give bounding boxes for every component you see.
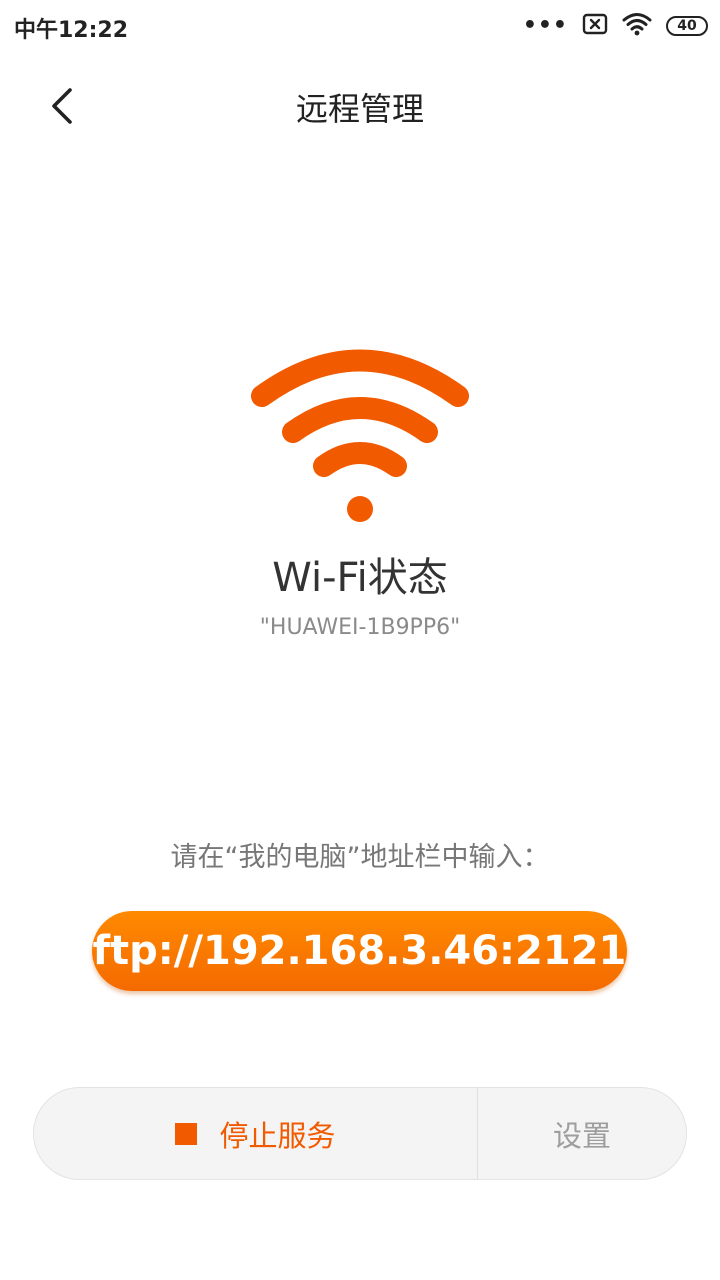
sim-blocked-icon [582,13,608,39]
battery-icon: 40 [666,16,708,36]
page-title: 远程管理 [295,90,424,128]
wifi-signal-icon [622,12,652,40]
wifi-status-title: Wi-Fi状态 [272,555,448,601]
instruction-text: 请在“我的电脑”地址栏中输入： [170,842,550,873]
status-bar: 中午12:22 ••• 40 [0,0,720,52]
wifi-ssid: "HUAWEI-1B9PP6" [259,615,461,640]
wifi-icon [240,340,480,530]
ftp-address-button[interactable]: ftp://192.168.3.46:2121 [92,911,627,991]
action-bar: 停止服务 设置 [33,1087,687,1180]
ftp-address-text: ftp://192.168.3.46:2121 [92,928,627,974]
remote-management-screen: 中午12:22 ••• 40 远程管理 Wi-Fi状态 "HUAWEI-1B9P… [0,0,720,1280]
status-icons: ••• 40 [523,12,708,40]
stop-service-label: 停止服务 [219,1118,336,1153]
header: 远程管理 [0,60,720,150]
stop-icon [175,1122,198,1145]
more-dots-icon: ••• [522,13,568,38]
stop-service-button[interactable]: 停止服务 [34,1088,477,1179]
status-time: 中午12:22 [14,18,129,43]
settings-button[interactable]: 设置 [478,1088,686,1179]
settings-label: 设置 [552,1118,611,1153]
